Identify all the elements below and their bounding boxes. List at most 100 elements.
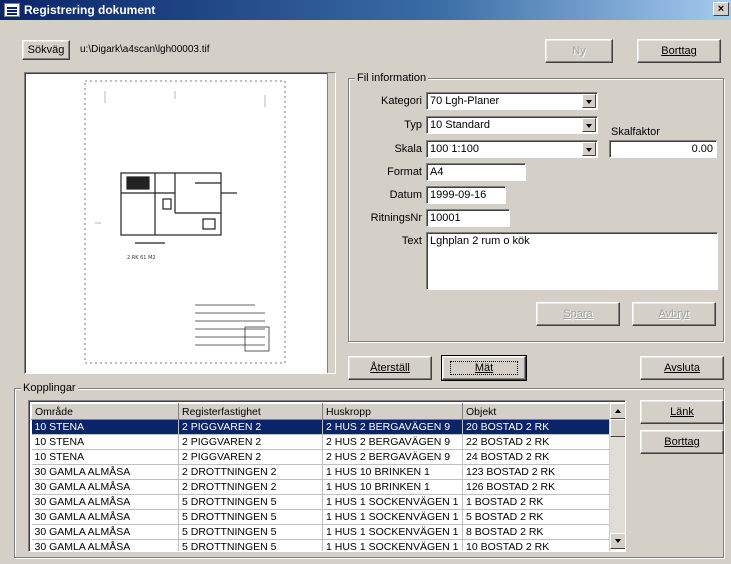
table-cell: 20 BOSTAD 2 RK <box>462 419 610 435</box>
typ-select[interactable]: 10 Standard <box>426 116 598 134</box>
text-area[interactable]: Lghplan 2 rum o kök <box>426 232 718 290</box>
remove-file-button[interactable]: Borttag <box>637 39 721 63</box>
kategori-label: Kategori <box>381 95 422 107</box>
table-cell: 10 STENA <box>31 434 179 450</box>
table-row[interactable]: 10 STENA 2 PIGGVAREN 2 2 HUS 2 BERGAVÄGE… <box>31 434 610 450</box>
scroll-down-icon[interactable] <box>610 533 625 549</box>
table-cell: 8 BOSTAD 2 RK <box>462 524 610 540</box>
remove-link-button[interactable]: Borttag <box>640 430 724 454</box>
table-cell: 5 DROTTNINGEN 5 <box>178 539 323 551</box>
link-label: Länk <box>670 406 694 418</box>
typ-label: Typ <box>404 119 422 131</box>
table-cell: 1 HUS 10 BRINKEN 1 <box>322 464 463 480</box>
reset-label: Återställ <box>370 362 410 374</box>
table-cell: 30 GAMLA ALMÅSA <box>31 539 179 551</box>
table-cell: 1 HUS 10 BRINKEN 1 <box>322 479 463 495</box>
table-cell: 2 HUS 2 BERGAVÄGEN 9 <box>322 419 463 435</box>
table-cell: 2 DROTTNINGEN 2 <box>178 464 323 480</box>
file-path: u:\Digark\a4scan\lgh00003.tif <box>80 44 210 55</box>
table-cell: 2 HUS 2 BERGAVÄGEN 9 <box>322 449 463 465</box>
table-cell: 1 HUS 1 SOCKENVÄGEN 1 <box>322 539 463 551</box>
app-icon <box>4 3 20 17</box>
table-cell: 30 GAMLA ALMÅSA <box>31 494 179 510</box>
scroll-thumb[interactable] <box>610 419 625 437</box>
link-button[interactable]: Länk <box>640 400 724 424</box>
chevron-down-icon[interactable] <box>582 142 596 156</box>
path-button[interactable]: Sökväg <box>22 40 70 60</box>
table-cell: 10 STENA <box>31 419 179 435</box>
ritningsnr-label: RitningsNr <box>370 212 422 224</box>
title-bar: Registrering dokument × <box>0 0 731 20</box>
table-row[interactable]: 30 GAMLA ALMÅSA 2 DROTTNINGEN 2 1 HUS 10… <box>31 479 610 495</box>
table-row[interactable]: 10 STENA 2 PIGGVAREN 2 2 HUS 2 BERGAVÄGE… <box>31 449 610 465</box>
kategori-select[interactable]: 70 Lgh-Planer <box>426 92 598 110</box>
table-cell: 30 GAMLA ALMÅSA <box>31 524 179 540</box>
table-cell: 30 GAMLA ALMÅSA <box>31 464 179 480</box>
cancel-button[interactable]: Avbryt <box>632 302 716 326</box>
table-cell: 2 PIGGVAREN 2 <box>178 434 323 450</box>
table-row[interactable]: 30 GAMLA ALMÅSA 5 DROTTNINGEN 5 1 HUS 1 … <box>31 509 610 525</box>
links-table-container: Område Registerfastighet Huskropp Objekt… <box>28 400 626 552</box>
skalfaktor-field[interactable]: 0.00 <box>609 140 717 158</box>
table-cell: 5 DROTTNINGEN 5 <box>178 509 323 525</box>
links-scrollbar[interactable] <box>609 403 625 549</box>
datum-label: Datum <box>389 189 422 201</box>
save-button[interactable]: Spara <box>536 302 620 326</box>
close-button[interactable]: × <box>713 2 729 16</box>
column-header-omrade[interactable]: Område <box>31 403 179 420</box>
column-header-registerfastighet[interactable]: Registerfastighet <box>178 403 323 420</box>
format-field[interactable]: A4 <box>426 163 526 181</box>
table-cell: 2 PIGGVAREN 2 <box>178 419 323 435</box>
table-cell: 1 HUS 1 SOCKENVÄGEN 1 <box>322 509 463 525</box>
skalfaktor-label: Skalfaktor <box>611 126 660 138</box>
new-button[interactable]: Ny <box>545 39 613 63</box>
table-cell: 10 STENA <box>31 449 179 465</box>
table-row[interactable]: 30 GAMLA ALMÅSA 5 DROTTNINGEN 5 1 HUS 1 … <box>31 539 610 551</box>
file-info-legend: Fil information <box>355 72 429 84</box>
column-header-huskropp[interactable]: Huskropp <box>322 403 463 420</box>
column-header-objekt[interactable]: Objekt <box>462 403 610 420</box>
datum-field[interactable]: 1999-09-16 <box>426 186 506 204</box>
text-label: Text <box>401 235 422 247</box>
table-cell: 24 BOSTAD 2 RK <box>462 449 610 465</box>
table-cell: 2 PIGGVAREN 2 <box>178 449 323 465</box>
table-row[interactable]: 30 GAMLA ALMÅSA 5 DROTTNINGEN 5 1 HUS 1 … <box>31 524 610 540</box>
table-header-row: Område Registerfastighet Huskropp Objekt <box>31 403 610 420</box>
table-row[interactable]: 10 STENA 2 PIGGVAREN 2 2 HUS 2 BERGAVÄGE… <box>31 419 610 435</box>
svg-text:2 RK 61 M2: 2 RK 61 M2 <box>127 255 156 261</box>
table-row[interactable]: 30 GAMLA ALMÅSA 2 DROTTNINGEN 2 1 HUS 10… <box>31 464 610 480</box>
table-cell: 2 HUS 2 BERGAVÄGEN 9 <box>322 434 463 450</box>
links-table[interactable]: Område Registerfastighet Huskropp Objekt… <box>31 403 610 551</box>
table-cell: 10 BOSTAD 2 RK <box>462 539 610 551</box>
remove-link-label: Borttag <box>664 436 700 448</box>
table-cell: 126 BOSTAD 2 RK <box>462 479 610 495</box>
preview-scrollbar[interactable] <box>327 73 335 373</box>
table-cell: 1 HUS 1 SOCKENVÄGEN 1 <box>322 494 463 510</box>
exit-label: Avsluta <box>664 362 700 374</box>
chevron-down-icon[interactable] <box>582 94 596 108</box>
floor-plan-thumbnail: 2 RK 61 M2 <box>84 80 286 364</box>
skala-select[interactable]: 100 1:100 <box>426 140 598 158</box>
document-preview[interactable]: 2 RK 61 M2 <box>24 72 336 374</box>
exit-button[interactable]: Avsluta <box>640 356 724 380</box>
table-cell: 22 BOSTAD 2 RK <box>462 434 610 450</box>
table-cell: 123 BOSTAD 2 RK <box>462 464 610 480</box>
measure-button[interactable]: Mät <box>441 355 527 381</box>
measure-label: Mät <box>449 361 519 375</box>
chevron-down-icon[interactable] <box>582 118 596 132</box>
table-cell: 1 BOSTAD 2 RK <box>462 494 610 510</box>
scroll-up-icon[interactable] <box>610 403 625 419</box>
cancel-label: Avbryt <box>658 308 690 320</box>
ritningsnr-field[interactable]: 10001 <box>426 209 510 227</box>
save-label: Spara <box>563 308 593 320</box>
table-cell: 1 HUS 1 SOCKENVÄGEN 1 <box>322 524 463 540</box>
table-cell: 2 DROTTNINGEN 2 <box>178 479 323 495</box>
remove-file-label: Borttag <box>661 45 697 57</box>
table-cell: 5 BOSTAD 2 RK <box>462 509 610 525</box>
table-cell: 30 GAMLA ALMÅSA <box>31 509 179 525</box>
reset-button[interactable]: Återställ <box>348 356 432 380</box>
table-cell: 5 DROTTNINGEN 5 <box>178 524 323 540</box>
table-row[interactable]: 30 GAMLA ALMÅSA 5 DROTTNINGEN 5 1 HUS 1 … <box>31 494 610 510</box>
window-title: Registrering dokument <box>24 3 156 17</box>
table-cell: 5 DROTTNINGEN 5 <box>178 494 323 510</box>
